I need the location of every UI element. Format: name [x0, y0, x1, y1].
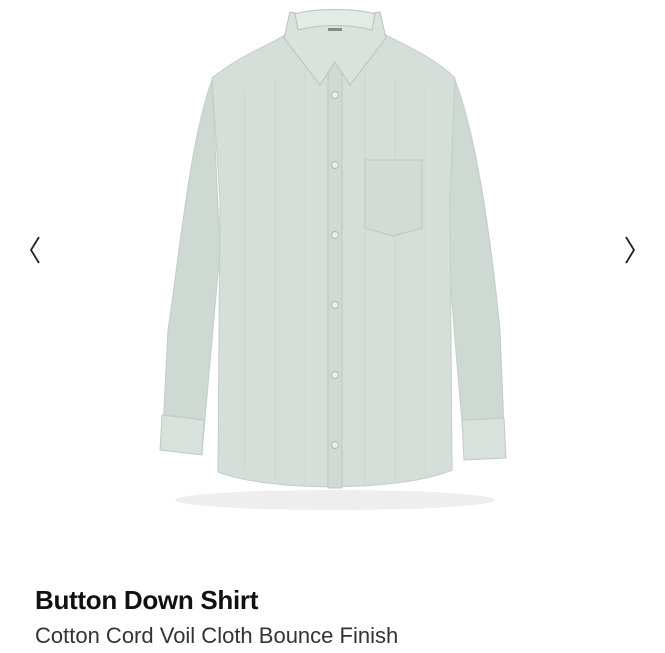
shirt-illustration: [159, 9, 507, 510]
chevron-left-icon: [29, 236, 40, 264]
product-image: [150, 0, 520, 520]
chevron-right-icon: [625, 236, 636, 264]
product-subtitle: Cotton Cord Voil Cloth Bounce Finish: [35, 623, 399, 648]
product-title: Button Down Shirt: [35, 585, 259, 615]
next-image-button[interactable]: [615, 232, 645, 268]
previous-image-button[interactable]: [20, 232, 50, 268]
image-gallery: [0, 0, 665, 560]
